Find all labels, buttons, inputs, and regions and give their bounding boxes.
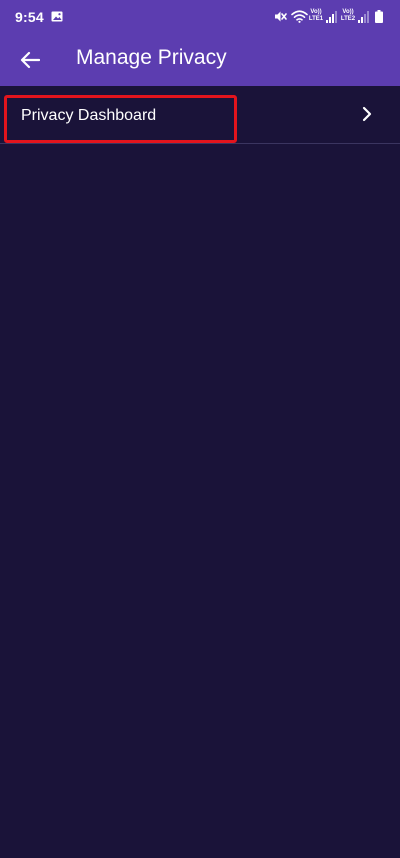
gallery-icon: [51, 11, 63, 22]
arrow-left-icon: [20, 51, 40, 69]
battery-icon: [375, 10, 383, 23]
chevron-right-icon: [362, 106, 372, 122]
volte1-bottom: LTE1: [308, 16, 324, 22]
status-icons: Vo)) LTE1 Vo)) LTE2: [274, 9, 390, 25]
list-item-label: Privacy Dashboard: [21, 107, 157, 124]
wifi-icon: [291, 10, 308, 23]
mute-icon: [275, 11, 287, 22]
page-title: Manage Privacy: [76, 46, 227, 69]
signal-icon: [358, 11, 369, 23]
volte2-top: Vo)): [342, 9, 354, 15]
status-time: 9:54: [15, 9, 44, 25]
screen: 9:54 Vo)) LTE1 Vo)) LTE2 Manage Privacy …: [0, 0, 400, 858]
volte1-top: Vo)): [310, 9, 322, 15]
signal-icon: [326, 11, 337, 23]
app-bar: Manage Privacy: [0, 34, 400, 86]
list-item-privacy-dashboard[interactable]: Privacy Dashboard: [0, 86, 400, 144]
back-button[interactable]: [10, 40, 50, 80]
header: 9:54 Vo)) LTE1 Vo)) LTE2 Manage Privacy: [0, 0, 400, 86]
status-bar: 9:54 Vo)) LTE1 Vo)) LTE2: [0, 0, 400, 34]
volte2-bottom: LTE2: [340, 16, 356, 22]
